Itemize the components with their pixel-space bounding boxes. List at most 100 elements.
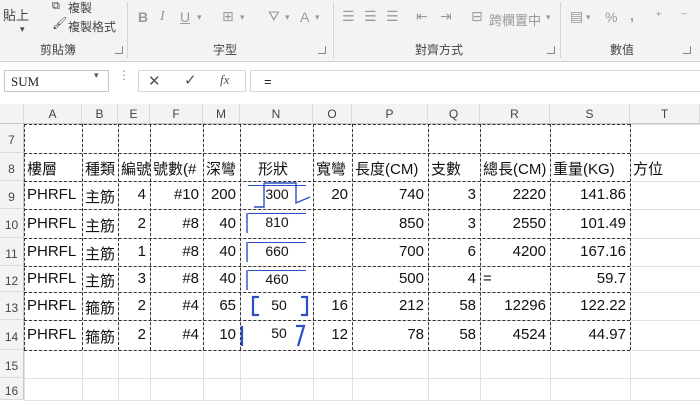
underline-button[interactable]: U (180, 9, 190, 25)
cell-width[interactable]: 16 (316, 297, 348, 314)
cell-depth[interactable]: 40 (206, 215, 236, 232)
bold-button[interactable]: B (138, 9, 148, 25)
cell-id[interactable]: 2 (121, 297, 146, 314)
row-header-14[interactable]: 14 (0, 320, 24, 350)
cell-weight[interactable]: 141.86 (553, 186, 626, 203)
comma-style-button[interactable]: , (630, 7, 634, 23)
cell-count[interactable]: 58 (431, 326, 476, 343)
cell-size[interactable]: #4 (153, 326, 199, 343)
cell-id[interactable]: 4 (121, 186, 146, 203)
cell-depth[interactable]: 40 (206, 270, 236, 287)
header-cell[interactable]: 號數(# (153, 158, 203, 179)
cell-count[interactable]: 3 (431, 186, 476, 203)
column-header-t[interactable]: T (630, 104, 700, 124)
decrease-decimal-icon[interactable]: ⁻ (680, 8, 687, 25)
header-cell[interactable]: 重量(KG) (553, 158, 630, 179)
cell-depth[interactable]: 65 (206, 297, 236, 314)
header-cell[interactable]: 寬彎 (316, 158, 352, 179)
column-header-e[interactable]: E (118, 104, 150, 124)
cell-floor[interactable]: PHRFL (27, 326, 78, 343)
alignment-launcher-icon[interactable] (547, 46, 555, 54)
cell-total[interactable]: 4524 (483, 326, 546, 343)
header-cell[interactable]: 深彎 (206, 158, 240, 179)
cell-kind[interactable]: 箍筋 (85, 326, 114, 347)
cell-size[interactable]: #4 (153, 297, 199, 314)
header-cell[interactable]: 樓層 (27, 158, 82, 179)
cell-id[interactable]: 1 (121, 243, 146, 260)
row-header-13[interactable]: 13 (0, 292, 24, 320)
clipboard-launcher-icon[interactable] (115, 46, 123, 54)
row-header-15[interactable]: 15 (0, 350, 24, 378)
header-cell[interactable]: 編號 (121, 158, 150, 179)
cell-floor[interactable]: PHRFL (27, 270, 78, 287)
cell-size[interactable]: #10 (153, 186, 199, 203)
column-header-m[interactable]: M (203, 104, 240, 124)
merge-center-button[interactable]: 跨欄置中 (489, 10, 541, 29)
increase-indent-icon[interactable]: ⇥ (440, 8, 452, 25)
insert-function-button[interactable]: fx (220, 72, 229, 88)
cell-weight[interactable]: 44.97 (553, 326, 626, 343)
row-header-12[interactable]: 12 (0, 266, 24, 292)
italic-button[interactable]: I (160, 9, 165, 25)
decrease-indent-icon[interactable]: ⇤ (416, 8, 428, 25)
cell-size[interactable]: #8 (153, 243, 199, 260)
row-header-9[interactable]: 9 (0, 181, 24, 209)
cell-total[interactable]: 2220 (483, 186, 546, 203)
cell-kind[interactable]: 主筋 (85, 270, 114, 291)
row-header-11[interactable]: 11 (0, 238, 24, 266)
cell-length[interactable]: 212 (355, 297, 424, 314)
cell-depth[interactable]: 40 (206, 243, 236, 260)
cell-depth[interactable]: 10 (206, 326, 236, 343)
borders-icon[interactable]: ⊞ (222, 8, 234, 25)
cell-count[interactable]: 58 (431, 297, 476, 314)
column-header-o[interactable]: O (313, 104, 352, 124)
row-header-10[interactable]: 10 (0, 209, 24, 238)
column-header-a[interactable]: A (24, 104, 82, 124)
cell-kind[interactable]: 主筋 (85, 243, 114, 264)
cell-count[interactable]: 4 (431, 270, 476, 287)
column-header-r[interactable]: R (480, 104, 550, 124)
row-header-7[interactable]: 7 (0, 124, 24, 153)
name-box-dropdown-icon[interactable]: ▾ (94, 70, 99, 81)
font-color-dropdown-icon[interactable]: ▾ (315, 12, 320, 23)
enter-check-icon[interactable]: ✓ (184, 71, 197, 89)
cell-kind[interactable]: 主筋 (85, 215, 114, 236)
align-left-icon[interactable]: ☰ (342, 8, 355, 25)
cell-depth[interactable]: 200 (206, 186, 236, 203)
cell-kind[interactable]: 箍筋 (85, 297, 114, 318)
cell-weight[interactable]: 59.7 (553, 270, 626, 287)
copy-button[interactable]: 複製 (68, 0, 92, 16)
header-cell[interactable]: 種類 (85, 158, 118, 179)
column-header-s[interactable]: S (550, 104, 630, 124)
column-header-n[interactable]: N (240, 104, 313, 124)
cell-weight[interactable]: 101.49 (553, 215, 626, 232)
header-cell[interactable]: 方位 (633, 158, 693, 179)
paste-dropdown-icon[interactable]: ▾ (20, 24, 25, 35)
cell-floor[interactable]: PHRFL (27, 186, 78, 203)
percent-button[interactable]: % (605, 9, 617, 25)
paste-button[interactable]: 貼上 (3, 5, 29, 24)
fill-dropdown-icon[interactable]: ▾ (285, 12, 290, 23)
align-right-icon[interactable]: ☰ (386, 8, 399, 25)
align-center-icon[interactable]: ☰ (364, 8, 377, 25)
column-header-p[interactable]: P (352, 104, 428, 124)
formula-input[interactable]: = (250, 70, 700, 92)
borders-dropdown-icon[interactable]: ▾ (240, 12, 245, 23)
cell-size[interactable]: #8 (153, 270, 199, 287)
fill-color-icon[interactable]: ⛛ (268, 8, 280, 25)
cell-id[interactable]: 2 (121, 215, 146, 232)
column-header-f[interactable]: F (150, 104, 203, 124)
cell-total[interactable]: 12296 (483, 297, 546, 314)
increase-decimal-icon[interactable]: ⁺ (655, 8, 662, 25)
format-painter-button[interactable]: 複製格式 (68, 18, 116, 35)
currency-dropdown-icon[interactable]: ▾ (586, 12, 591, 23)
cell-length[interactable]: 740 (355, 186, 424, 203)
cancel-icon[interactable]: ✕ (148, 72, 161, 90)
cell-length[interactable]: 850 (355, 215, 424, 232)
cell-weight[interactable]: 122.22 (553, 297, 626, 314)
header-cell[interactable]: 長度(CM) (355, 158, 428, 179)
cell-width[interactable]: 20 (316, 186, 348, 203)
font-color-button[interactable]: A (300, 9, 309, 25)
column-header-q[interactable]: Q (428, 104, 480, 124)
cell-floor[interactable]: PHRFL (27, 297, 78, 314)
